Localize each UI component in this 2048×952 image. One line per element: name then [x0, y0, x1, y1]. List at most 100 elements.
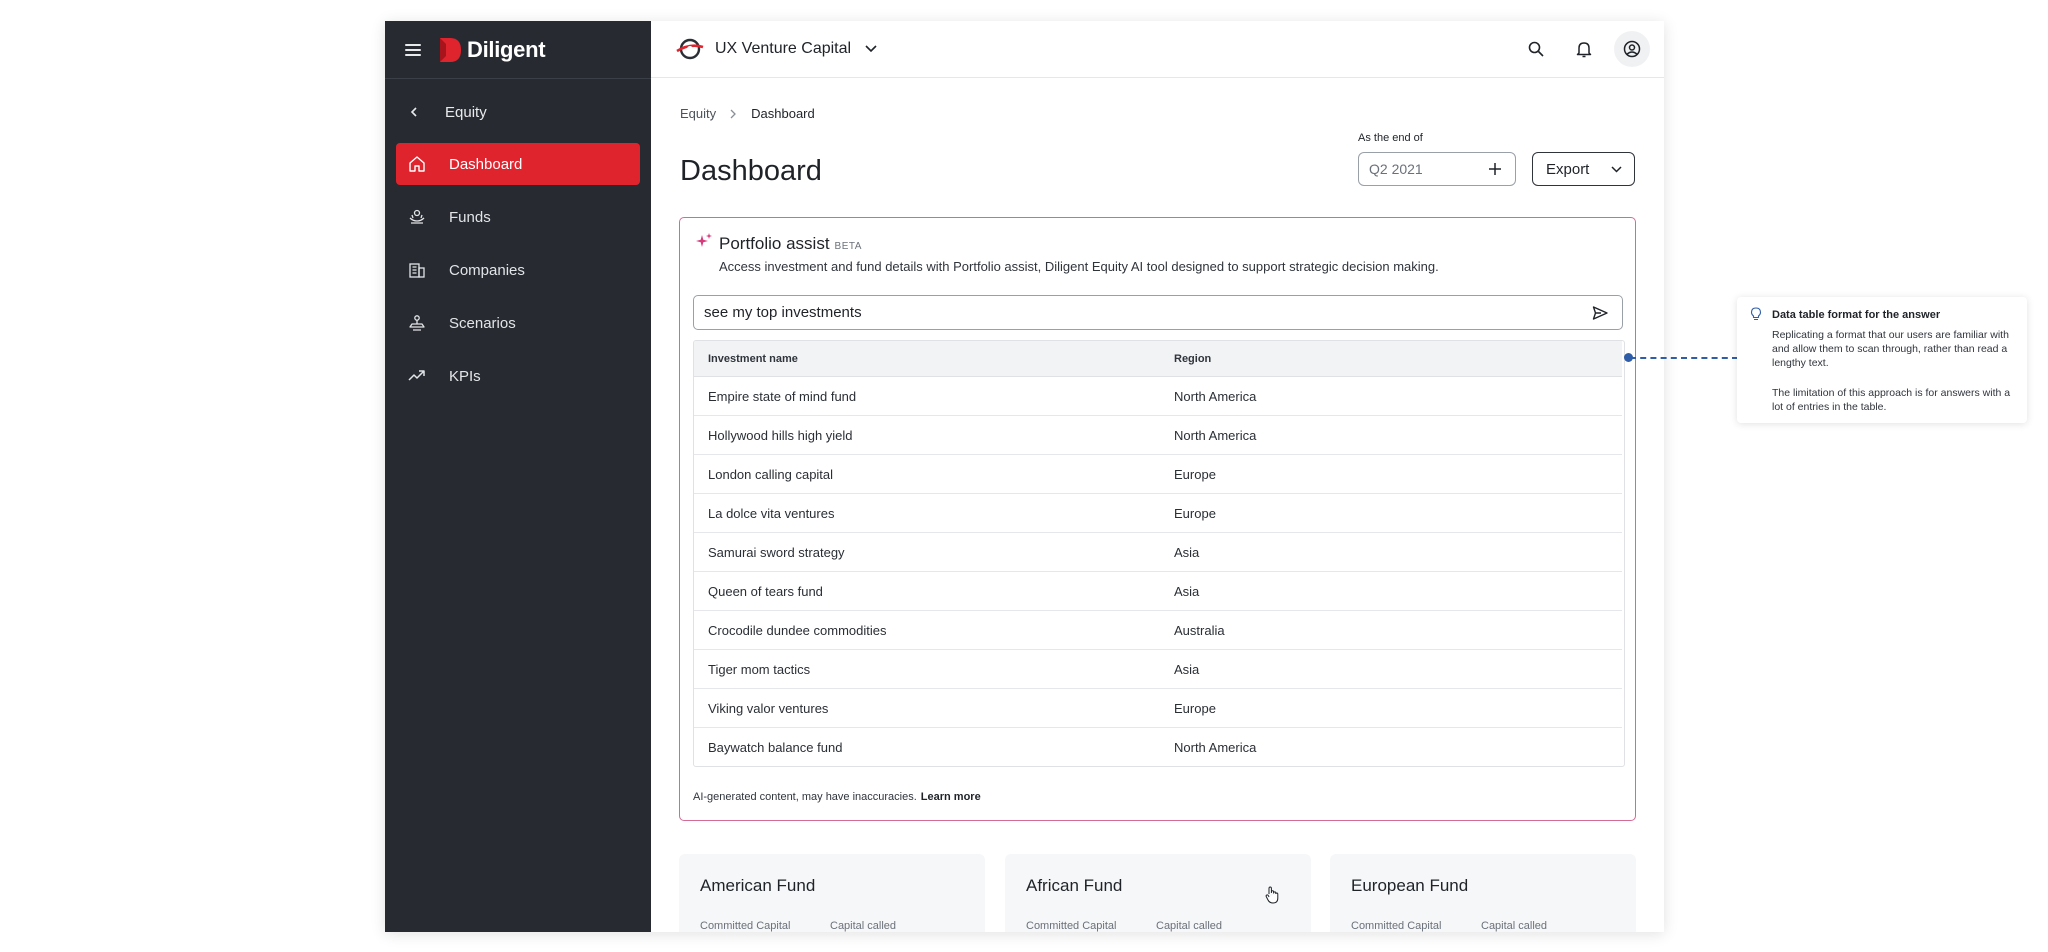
committed-capital-label: Committed Capital: [700, 920, 791, 932]
sidebar-item-label: Funds: [449, 208, 491, 226]
org-name: UX Venture Capital: [715, 40, 852, 57]
investment-name-cell: Viking valor ventures: [694, 688, 1160, 728]
sidebar-item-label: KPIs: [449, 367, 481, 385]
sidebar-item-label: Scenarios: [449, 314, 516, 332]
table-row[interactable]: Tiger mom tactics Asia: [694, 649, 1622, 689]
assist-prompt-value: see my top investments: [704, 304, 862, 321]
ai-disclaimer: AI-generated content, may have inaccurac…: [693, 791, 981, 803]
region-cell: North America: [1160, 376, 1622, 416]
column-header-region[interactable]: Region: [1160, 341, 1622, 377]
column-header-investment-name[interactable]: Investment name: [694, 341, 1160, 377]
investment-name-cell: Empire state of mind fund: [694, 376, 1160, 416]
plus-icon[interactable]: [1489, 163, 1501, 175]
committed-capital-label: Committed Capital: [1026, 920, 1117, 932]
capital-called-label: Capital called: [1156, 920, 1223, 932]
sidebar-back-equity[interactable]: Equity: [385, 81, 651, 143]
fund-name: American Fund: [700, 876, 816, 895]
annotation-paragraph: The limitation of this approach is for a…: [1772, 387, 2011, 413]
brand-name: Diligent: [467, 36, 546, 62]
sidebar-item-companies[interactable]: Companies: [396, 249, 640, 291]
sidebar-item-label: Companies: [449, 261, 525, 279]
bell-icon: [1576, 42, 1592, 58]
user-menu-button[interactable]: [1614, 31, 1650, 67]
sidebar-item-label: Dashboard: [449, 155, 523, 173]
brand-logo[interactable]: Diligent: [437, 36, 546, 64]
sidebar-item-dashboard[interactable]: Dashboard: [396, 143, 640, 185]
table-row[interactable]: Baywatch balance fund North America: [694, 728, 1622, 767]
region-cell: Europe: [1160, 493, 1622, 533]
assist-title-text: Portfolio assist: [719, 234, 830, 253]
fund-name: African Fund: [1026, 876, 1123, 895]
region-cell: North America: [1160, 415, 1622, 455]
beta-badge: BETA: [834, 241, 862, 252]
chevron-down-icon: [1611, 166, 1622, 173]
chevron-right-icon: [730, 109, 737, 118]
region-cell: Australia: [1160, 610, 1622, 650]
lightbulb-icon: [1750, 307, 1762, 321]
notifications-button[interactable]: [1566, 31, 1602, 67]
hand-cursor-icon: [1265, 886, 1279, 904]
org-logo-icon: [676, 38, 704, 60]
breadcrumb: Equity Dashboard: [680, 106, 815, 121]
export-button[interactable]: Export: [1532, 152, 1635, 186]
sidebar: Diligent Equity Dashboard Funds Companie…: [385, 21, 651, 932]
search-icon: [1528, 41, 1544, 57]
table-row[interactable]: La dolce vita ventures Europe: [694, 493, 1622, 533]
table-row[interactable]: Crocodile dundee commodities Australia: [694, 610, 1622, 650]
top-bar: UX Venture Capital: [651, 21, 1664, 78]
table-row[interactable]: Samurai sword strategy Asia: [694, 532, 1622, 572]
region-cell: Europe: [1160, 688, 1622, 728]
table-row[interactable]: Empire state of mind fund North America: [694, 376, 1622, 416]
scenario-icon: [409, 315, 425, 331]
period-input[interactable]: Q2 2021: [1358, 152, 1516, 186]
investments-table: Investment name Region Empire state of m…: [693, 340, 1625, 767]
building-icon: [409, 263, 425, 278]
portfolio-assist-panel: Portfolio assist BETA Access investment a…: [679, 217, 1636, 821]
funds-icon: [409, 209, 425, 224]
annotation-title: Data table format for the answer: [1772, 309, 1941, 321]
sidebar-item-funds[interactable]: Funds: [396, 196, 640, 238]
table-row[interactable]: Viking valor ventures Europe: [694, 688, 1622, 728]
table-row[interactable]: London calling capital Europe: [694, 454, 1622, 494]
breadcrumb-current: Dashboard: [751, 106, 815, 121]
user-icon: [1623, 40, 1641, 58]
table-row[interactable]: Hollywood hills high yield North America: [694, 415, 1622, 455]
menu-icon[interactable]: [405, 43, 421, 56]
investment-name-cell: Hollywood hills high yield: [694, 415, 1160, 455]
annotation-connector: [1630, 357, 1738, 359]
fund-card-american[interactable]: American Fund Committed Capital Capital …: [679, 854, 985, 932]
table-row[interactable]: Queen of tears fund Asia: [694, 571, 1622, 611]
region-cell: Asia: [1160, 649, 1622, 689]
chevron-down-icon: [865, 45, 877, 53]
fund-name: European Fund: [1351, 876, 1469, 895]
investment-name-cell: Samurai sword strategy: [694, 532, 1160, 572]
home-icon: [409, 156, 425, 172]
investment-name-cell: Baywatch balance fund: [708, 739, 843, 755]
disclaimer-text: AI-generated content, may have inaccurac…: [693, 791, 917, 803]
assist-prompt-input[interactable]: see my top investments: [693, 295, 1623, 330]
capital-called-label: Capital called: [1481, 920, 1548, 932]
chevron-left-icon: [410, 107, 417, 117]
app-window: Diligent Equity Dashboard Funds Companie…: [385, 21, 1664, 932]
learn-more-link[interactable]: Learn more: [921, 791, 981, 803]
period-placeholder: Q2 2021: [1369, 161, 1423, 177]
fund-card-european[interactable]: European Fund Committed Capital Capital …: [1330, 854, 1636, 932]
breadcrumb-equity[interactable]: Equity: [680, 106, 716, 121]
trend-icon: [408, 370, 425, 381]
region-cell: Europe: [1160, 454, 1622, 494]
investment-name-cell: Tiger mom tactics: [694, 649, 1160, 689]
sidebar-header: Diligent: [385, 21, 651, 79]
table-header-row: Investment name Region: [694, 341, 1622, 377]
investment-name-cell: Crocodile dundee commodities: [694, 610, 1160, 650]
search-button[interactable]: [1518, 31, 1554, 67]
sidebar-item-scenarios[interactable]: Scenarios: [396, 302, 640, 344]
investment-name-cell: La dolce vita ventures: [694, 493, 1160, 533]
annotation-note: Data table format for the answer Replica…: [1737, 297, 2027, 423]
region-cell: Asia: [1160, 532, 1622, 572]
sidebar-item-kpis[interactable]: KPIs: [396, 355, 640, 397]
top-bar-actions: [1518, 31, 1650, 67]
annotation-paragraph: Replicating a format that our users are …: [1772, 329, 2009, 369]
investment-name-cell: London calling capital: [694, 454, 1160, 494]
send-icon[interactable]: [1592, 305, 1608, 321]
org-switcher[interactable]: UX Venture Capital: [675, 37, 877, 61]
